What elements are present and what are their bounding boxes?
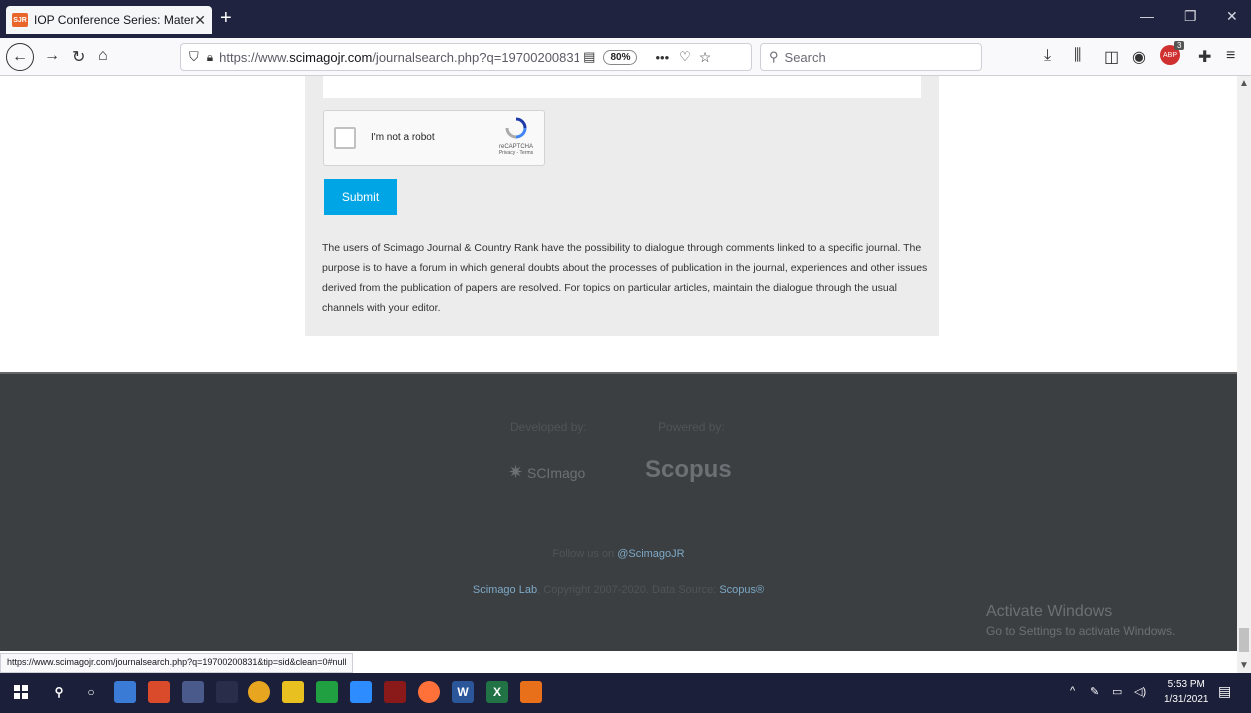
zoom-icon[interactable] xyxy=(350,681,372,703)
recaptcha-checkbox[interactable] xyxy=(334,127,356,149)
site-footer: Developed by: Powered by: ✷ SCImago Scop… xyxy=(0,372,1237,651)
account-icon[interactable]: ◉ xyxy=(1132,47,1146,67)
zoom-level-badge[interactable]: 80% xyxy=(603,49,638,65)
follow-us-line: Follow us on @ScimagoJR xyxy=(552,548,685,560)
search-icon: ⚲ xyxy=(769,49,779,64)
network-icon[interactable]: ▭ xyxy=(1112,685,1122,698)
scroll-down-icon[interactable]: ▼ xyxy=(1239,660,1249,671)
calculator-icon[interactable] xyxy=(182,681,204,703)
menu-icon[interactable]: ≡ xyxy=(1226,47,1235,65)
reader-view-icon[interactable]: ▤ xyxy=(583,49,595,65)
windows-taskbar: ⚲ ○ W X ^ ✎ ▭ ◁) 5:53 PM 1/31/2021 ▤ xyxy=(0,673,1251,713)
search-icon[interactable]: ⚲ xyxy=(48,681,70,703)
developed-by-label: Developed by: xyxy=(510,420,587,434)
home-icon[interactable]: ⌂ xyxy=(98,47,108,65)
scimago-lab-link[interactable]: Scimago Lab xyxy=(473,584,537,596)
new-tab-button[interactable]: + xyxy=(220,6,232,30)
tab-title: IOP Conference Series: Materials xyxy=(34,13,194,27)
recaptcha-icon xyxy=(505,117,527,139)
search-box[interactable]: ⚲ Search xyxy=(760,43,982,71)
recaptcha-widget: I'm not a robot reCAPTCHA Privacy - Term… xyxy=(323,110,545,166)
forward-icon[interactable]: → xyxy=(44,47,60,65)
recaptcha-terms-link[interactable]: Privacy - Terms xyxy=(494,150,538,156)
extension-icon[interactable]: ✚ xyxy=(1198,47,1211,67)
clock-time: 5:53 PM xyxy=(1167,679,1205,690)
pocket-icon[interactable]: ♡ xyxy=(679,49,691,65)
paint-icon[interactable] xyxy=(216,681,238,703)
shield-icon[interactable]: ⛉ xyxy=(189,49,199,65)
library-icon[interactable]: ⫼ xyxy=(1074,47,1081,65)
page-scrollbar[interactable]: ▲ ▼ xyxy=(1237,76,1251,673)
comment-description: The users of Scimago Journal & Country R… xyxy=(322,242,928,314)
status-url-tooltip: https://www.scimagojr.com/journalsearch.… xyxy=(0,653,354,673)
sjr-favicon-icon: SJR xyxy=(12,13,28,27)
pen-icon[interactable]: ✎ xyxy=(1090,685,1099,698)
lock-icon: 🔒︎ xyxy=(206,49,214,64)
browser-tab-bar: SJR IOP Conference Series: Materials ✕ +… xyxy=(0,0,1251,38)
file-explorer-icon[interactable] xyxy=(114,681,136,703)
minimize-icon[interactable]: — xyxy=(1140,8,1154,24)
activate-windows-watermark: Activate Windows Go to Settings to activ… xyxy=(986,603,1175,638)
browser-nav-bar: ← → ↻ ⌂ ⛉ 🔒︎ https://www.scimagojr.com/j… xyxy=(0,38,1251,76)
activate-windows-subtitle: Go to Settings to activate Windows. xyxy=(986,624,1176,638)
back-button[interactable]: ← xyxy=(6,43,34,71)
twitter-link[interactable]: @ScimagoJR xyxy=(617,548,684,560)
copyright-line: Scimago Lab, Copyright 2007-2020. Data S… xyxy=(472,584,765,596)
clock-date: 1/31/2021 xyxy=(1164,694,1209,705)
gitlab-icon[interactable] xyxy=(520,681,542,703)
scroll-up-icon[interactable]: ▲ xyxy=(1239,78,1249,89)
powered-by-label: Powered by: xyxy=(658,420,725,434)
url-bar[interactable]: ⛉ 🔒︎ https://www.scimagojr.com/journalse… xyxy=(180,43,752,71)
comment-input[interactable] xyxy=(323,76,921,98)
chrome-icon[interactable] xyxy=(248,681,270,703)
sticky-notes-icon[interactable] xyxy=(282,681,304,703)
submit-button[interactable]: Submit xyxy=(324,179,397,215)
windows-start-icon[interactable] xyxy=(10,681,32,703)
page-content: I'm not a robot reCAPTCHA Privacy - Term… xyxy=(0,76,1237,651)
activate-windows-title: Activate Windows xyxy=(986,603,1113,620)
app-icon[interactable] xyxy=(148,681,170,703)
scimago-logo[interactable]: ✷ SCImago xyxy=(508,462,585,483)
system-clock[interactable]: 5:53 PM 1/31/2021 xyxy=(1164,677,1209,707)
close-window-icon[interactable]: ✕ xyxy=(1226,8,1238,25)
scimago-logo-icon: ✷ xyxy=(508,462,524,482)
bookmark-star-icon[interactable]: ☆ xyxy=(699,49,712,66)
scopus-logo[interactable]: Scopus xyxy=(645,456,732,484)
firefox-icon[interactable] xyxy=(418,681,440,703)
excel-icon[interactable]: X xyxy=(486,681,508,703)
adblock-count-badge: 3 xyxy=(1174,41,1185,50)
restore-icon[interactable]: ❐ xyxy=(1184,8,1197,25)
download-icon[interactable]: ⤓ xyxy=(1044,47,1051,65)
search-placeholder: Search xyxy=(784,49,826,65)
tab-close-icon[interactable]: ✕ xyxy=(194,12,206,29)
sidebar-icon[interactable]: ◫ xyxy=(1104,47,1119,67)
notifications-icon[interactable]: ▤ xyxy=(1218,683,1231,700)
browser-tab[interactable]: SJR IOP Conference Series: Materials ✕ xyxy=(6,6,212,34)
url-text[interactable]: https://www.scimagojr.com/journalsearch.… xyxy=(219,50,579,65)
tray-chevron-icon[interactable]: ^ xyxy=(1070,685,1075,697)
recaptcha-logo: reCAPTCHA Privacy - Terms xyxy=(494,117,538,156)
volume-icon[interactable]: ◁) xyxy=(1134,685,1146,698)
scroll-thumb[interactable] xyxy=(1239,628,1249,652)
back-arrow-icon: ← xyxy=(12,48,28,65)
book-icon[interactable] xyxy=(384,681,406,703)
reload-icon[interactable]: ↻ xyxy=(72,47,85,67)
word-icon[interactable]: W xyxy=(452,681,474,703)
scopus-link[interactable]: Scopus® xyxy=(719,584,764,596)
page-actions-icon[interactable]: ••• xyxy=(655,50,669,65)
comment-panel: I'm not a robot reCAPTCHA Privacy - Term… xyxy=(305,76,939,336)
cortana-icon[interactable]: ○ xyxy=(80,681,102,703)
recaptcha-label: I'm not a robot xyxy=(371,132,435,143)
google-drive-icon[interactable] xyxy=(316,681,338,703)
